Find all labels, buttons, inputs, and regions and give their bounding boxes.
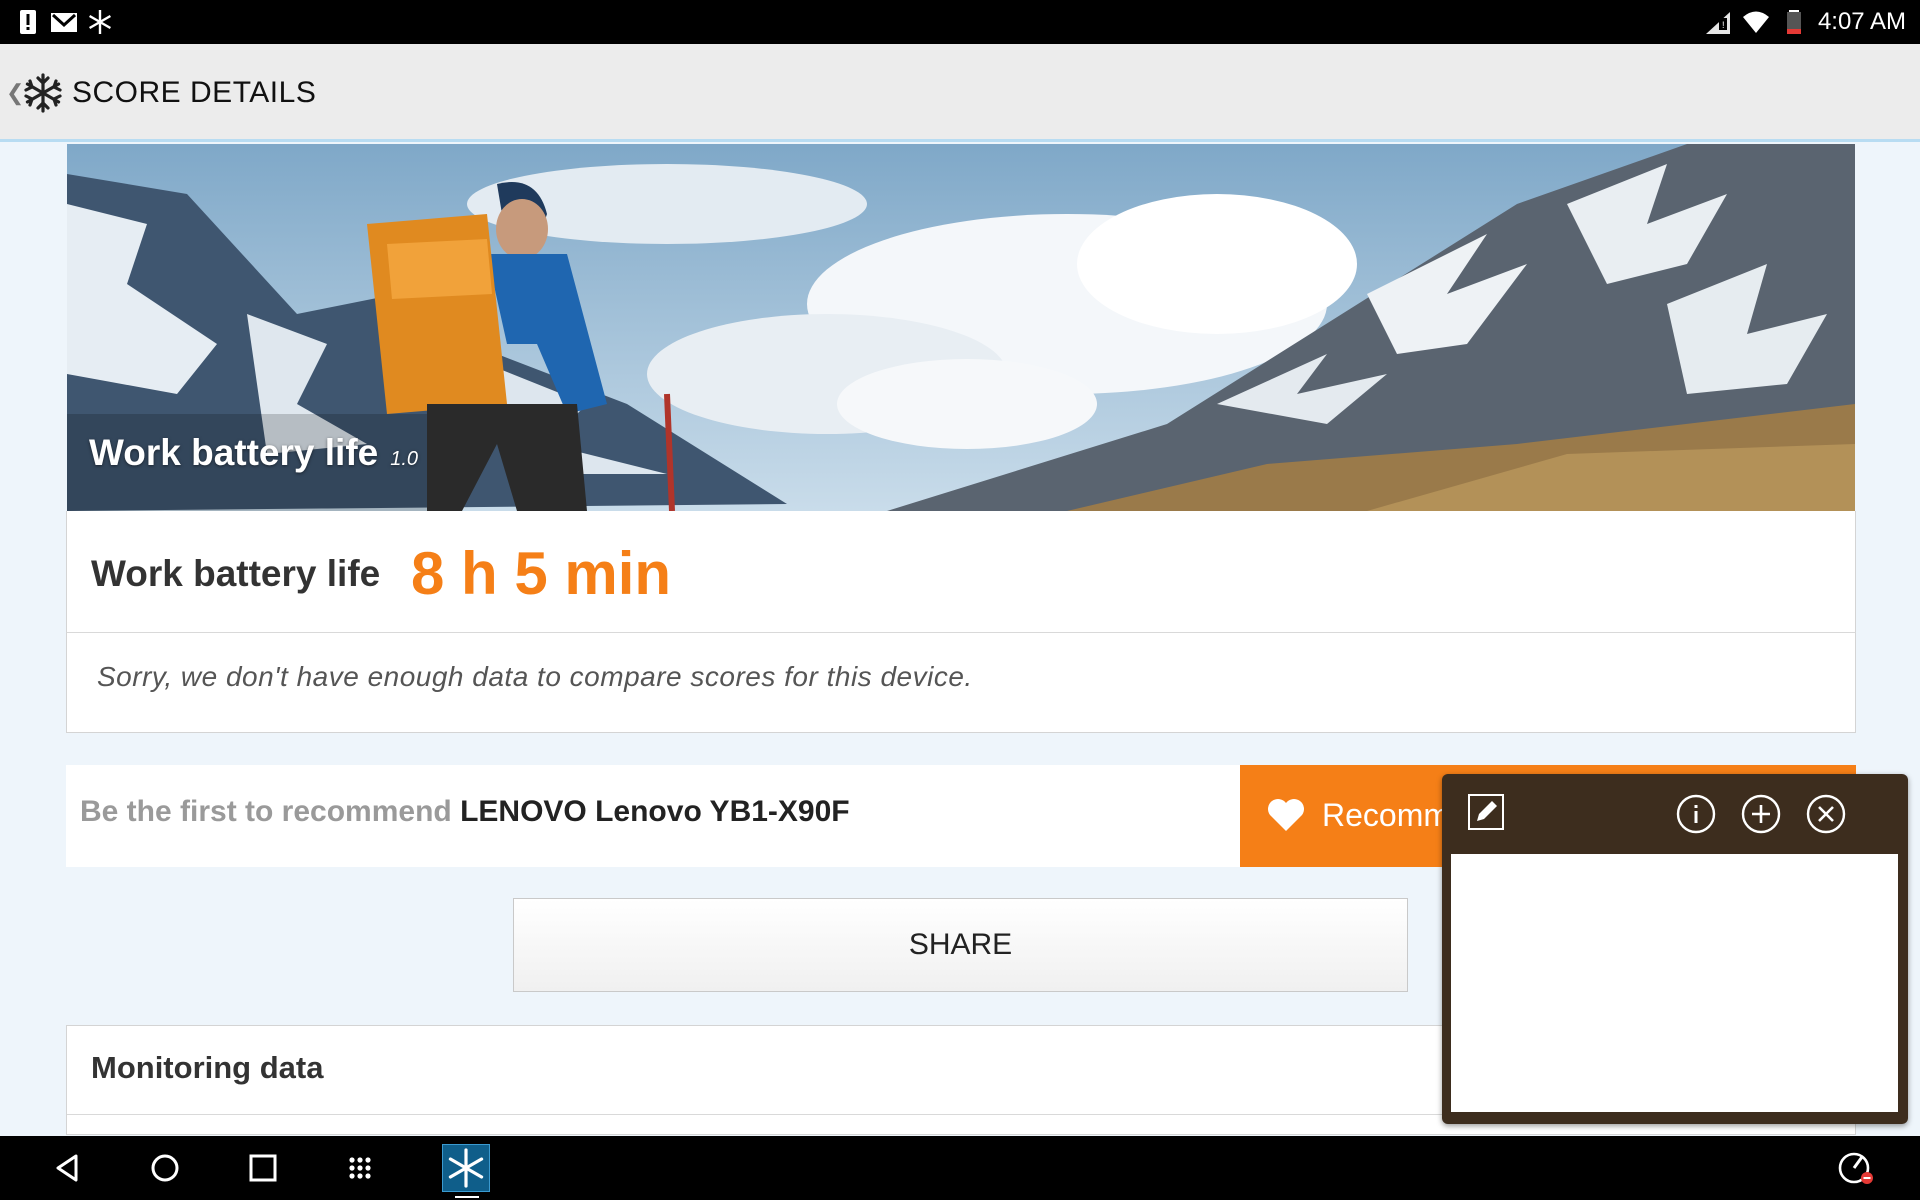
close-icon[interactable] [1806,794,1846,834]
compare-card: Sorry, we don't have enough data to comp… [66,633,1856,733]
monitoring-title: Monitoring data [91,1050,324,1085]
share-button-label: SHARE [908,928,1013,961]
speed-icon[interactable] [1836,1148,1876,1188]
home-icon[interactable] [145,1148,185,1188]
status-right-icons: ! 4:07 AM [1704,0,1906,44]
widget-content[interactable] [1451,854,1898,1112]
wifi-icon [1742,11,1769,33]
snowflake-icon[interactable] [22,72,64,114]
apps-grid-icon[interactable] [340,1148,380,1188]
score-value: 8 h 5 min [411,540,672,607]
active-indicator [455,1196,479,1198]
hero-label-text: Work battery life [89,432,379,473]
heart-icon [1268,799,1304,831]
add-icon[interactable] [1741,794,1781,834]
recommend-prompt: Be the first to recommend LENOVO Lenovo … [66,765,1240,867]
no-sim-icon: ! [1705,12,1730,34]
share-button[interactable]: SHARE [513,898,1408,992]
gmail-icon [51,13,77,32]
device-name: LENOVO Lenovo YB1-X90F [460,795,850,828]
back-icon[interactable] [48,1148,88,1188]
recents-icon[interactable] [243,1148,283,1188]
page-title: SCORE DETAILS [72,76,317,109]
alert-icon [20,10,36,34]
recommend-lead: Be the first to recommend [80,795,452,828]
info-icon[interactable] [1676,794,1716,834]
battery-low-icon [1786,10,1801,34]
floating-widget[interactable] [1442,774,1908,1124]
snowflake-icon [89,10,111,34]
snowflake-icon [448,1148,484,1188]
score-card: Work battery life 8 h 5 min [66,511,1856,633]
edit-icon[interactable] [1468,794,1504,830]
hero-banner: Work battery life 1.0 [67,144,1855,511]
clock: 4:07 AM [1817,8,1906,35]
hero-version: 1.0 [390,448,419,470]
hero-title: Work battery life 1.0 [89,432,418,474]
action-bar: ❮ SCORE DETAILS [0,44,1920,142]
score-label: Work battery life [91,553,381,594]
compare-note: Sorry, we don't have enough data to comp… [97,661,973,692]
navigation-bar [0,1136,1920,1200]
status-left-icons [14,8,114,36]
svg-text:!: ! [1722,20,1725,30]
recommend-text: Be the first to recommend LENOVO Lenovo … [80,795,850,829]
status-bar: ! 4:07 AM [0,0,1920,44]
app-snowflake-icon[interactable] [442,1144,490,1192]
